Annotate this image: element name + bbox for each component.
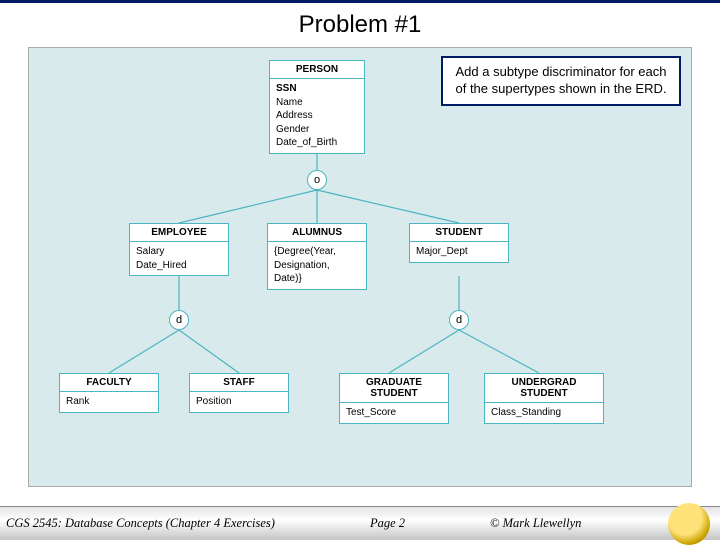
footer-bar: CGS 2545: Database Concepts (Chapter 4 E… <box>0 506 720 540</box>
attr: {Degree(Year, Designation, Date)} <box>274 245 360 286</box>
attr: Date_of_Birth <box>276 136 358 150</box>
entity-body: {Degree(Year, Designation, Date)} <box>268 242 366 289</box>
entity-body: Salary Date_Hired <box>130 242 228 275</box>
entity-staff: STAFF Position <box>189 373 289 413</box>
attr: Gender <box>276 123 358 137</box>
entity-header: ALUMNUS <box>268 224 366 242</box>
attr: Class_Standing <box>491 406 597 420</box>
disjoint-circle-right: d <box>449 310 469 330</box>
entity-student: STUDENT Major_Dept <box>409 223 509 263</box>
entity-body: Position <box>190 392 288 412</box>
entity-graduate-student: GRADUATE STUDENT Test_Score <box>339 373 449 424</box>
footer-copyright: © Mark Llewellyn <box>490 516 581 531</box>
attr: Date_Hired <box>136 259 222 273</box>
entity-employee: EMPLOYEE Salary Date_Hired <box>129 223 229 276</box>
attr: Test_Score <box>346 406 442 420</box>
attr: Major_Dept <box>416 245 502 259</box>
footer-course: CGS 2545: Database Concepts (Chapter 4 E… <box>0 516 275 531</box>
entity-person: PERSON SSN Name Address Gender Date_of_B… <box>269 60 365 154</box>
attr: Name <box>276 96 358 110</box>
ucf-logo-icon <box>668 503 710 545</box>
entity-header: EMPLOYEE <box>130 224 228 242</box>
entity-body: Class_Standing <box>485 403 603 423</box>
attr: SSN <box>276 82 358 96</box>
entity-header: GRADUATE STUDENT <box>340 374 448 403</box>
entity-header: STUDENT <box>410 224 508 242</box>
erd-diagram: Add a subtype discriminator for each of … <box>28 47 692 487</box>
entity-body: Major_Dept <box>410 242 508 262</box>
entity-undergrad-student: UNDERGRAD STUDENT Class_Standing <box>484 373 604 424</box>
attr: Position <box>196 395 282 409</box>
footer-page: Page 2 <box>370 516 405 531</box>
entity-header: STAFF <box>190 374 288 392</box>
instruction-box: Add a subtype discriminator for each of … <box>441 56 681 106</box>
entity-body: Rank <box>60 392 158 412</box>
entity-body: SSN Name Address Gender Date_of_Birth <box>270 79 364 153</box>
attr: Rank <box>66 395 152 409</box>
entity-alumnus: ALUMNUS {Degree(Year, Designation, Date)… <box>267 223 367 290</box>
page-title: Problem #1 <box>0 3 720 47</box>
entity-header: PERSON <box>270 61 364 79</box>
attr: Salary <box>136 245 222 259</box>
overlap-circle: o <box>307 170 327 190</box>
entity-faculty: FACULTY Rank <box>59 373 159 413</box>
entity-header: UNDERGRAD STUDENT <box>485 374 603 403</box>
disjoint-circle-left: d <box>169 310 189 330</box>
attr: Address <box>276 109 358 123</box>
entity-header: FACULTY <box>60 374 158 392</box>
entity-body: Test_Score <box>340 403 448 423</box>
